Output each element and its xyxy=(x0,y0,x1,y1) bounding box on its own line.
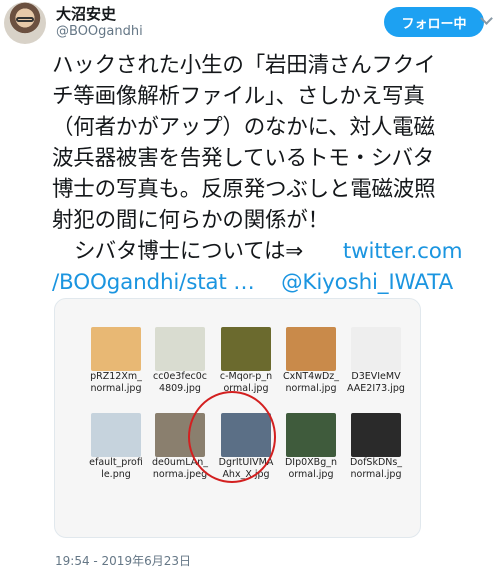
thumbnail-caption: cc0e3fec0c xyxy=(152,371,208,382)
file-thumbnail: DofSkDNs_ normal.jpg xyxy=(345,413,407,481)
tweet-line-text: シバタ博士については⇒ xyxy=(74,239,304,264)
thumbnail-caption: normal.jpg xyxy=(90,383,142,394)
tweet-line: 射犯の間に何らかの関係が！ xyxy=(52,208,329,233)
tweet-line: /BOOgandhi/stat … @Kiyoshi_IWATA xyxy=(52,267,498,298)
file-thumbnail: CxNT4wDz_ normal.jpg xyxy=(280,327,342,395)
thumbnail-caption: normal.jpg xyxy=(285,383,337,394)
thumbnail-caption: ormal.jpg xyxy=(288,469,334,480)
user-name[interactable]: 大沼安史 xyxy=(56,3,116,24)
avatar-glasses xyxy=(16,17,34,22)
tweet-link[interactable]: /BOOgandhi/stat … xyxy=(52,270,255,295)
avatar[interactable] xyxy=(4,2,46,44)
tweet-link[interactable]: twitter.com xyxy=(343,239,463,264)
thumbnail-image xyxy=(91,327,141,371)
thumbnail-image xyxy=(91,413,141,457)
tweet-text: ハックされた小生の「岩田清さんフクイ チ等画像解析ファイル」、さしかえ写真 （何… xyxy=(52,50,498,298)
thumbnail-caption: c-Mqor-p_n xyxy=(219,371,273,382)
thumbnail-caption: D3EVIeMV xyxy=(351,371,401,382)
thumbnail-caption: pRZ12Xm_ xyxy=(90,371,142,382)
timestamp[interactable]: 19:54 - 2019年6月23日 xyxy=(55,552,191,569)
file-thumbnail: efault_profi le.png xyxy=(85,413,147,481)
thumbnail-image xyxy=(286,413,336,457)
file-thumbnail: D3EVIeMV AAE2I73.jpg xyxy=(345,327,407,395)
follow-button[interactable]: フォロー中 xyxy=(384,7,484,37)
thumbnail-caption: le.png xyxy=(101,469,131,480)
tweet-line: ハックされた小生の「岩田清さんフクイ xyxy=(52,53,436,78)
tweet-line: 波兵器被害を告発しているトモ・シバタ xyxy=(52,146,435,171)
tweet-line: （何者かがアップ）のなかに、対人電磁 xyxy=(52,115,435,140)
attached-image[interactable]: pRZ12Xm_ normal.jpg cc0e3fec0c 4809.jpg c-Mq… xyxy=(54,298,421,538)
thumbnail-caption: normal.jpg xyxy=(350,469,402,480)
thumbnail-caption: DIp0XBg_n xyxy=(284,457,338,468)
tweet-line: チ等画像解析ファイル」、さしかえ写真 xyxy=(52,84,425,109)
thumbnail-image xyxy=(221,327,271,371)
file-thumbnail: cc0e3fec0c 4809.jpg xyxy=(149,327,211,395)
thumbnail-caption: 4809.jpg xyxy=(159,383,201,394)
file-thumbnail: pRZ12Xm_ normal.jpg xyxy=(85,327,147,395)
thumbnail-image xyxy=(351,413,401,457)
thumbnail-caption: DofSkDNs_ xyxy=(349,457,403,468)
file-thumbnail: DIp0XBg_n ormal.jpg xyxy=(280,413,342,481)
highlight-circle xyxy=(188,391,276,483)
tweet-line: 博士の写真も。反原発つぶしと電磁波照 xyxy=(52,177,436,202)
thumbnail-image xyxy=(351,327,401,371)
mention-link[interactable]: @Kiyoshi_IWATA xyxy=(281,270,453,295)
tweet-line: シバタ博士については⇒ twitter.com xyxy=(52,236,498,267)
user-handle[interactable]: @BOOgandhi xyxy=(56,24,143,39)
thumbnail-image xyxy=(286,327,336,371)
thumbnail-caption: CxNT4wDz_ xyxy=(282,371,340,382)
thumbnail-image xyxy=(155,327,205,371)
thumbnail-caption: efault_profi xyxy=(89,457,143,468)
file-thumbnail: c-Mqor-p_n ormal.jpg xyxy=(215,327,277,395)
thumbnail-caption: AAE2I73.jpg xyxy=(347,383,405,394)
